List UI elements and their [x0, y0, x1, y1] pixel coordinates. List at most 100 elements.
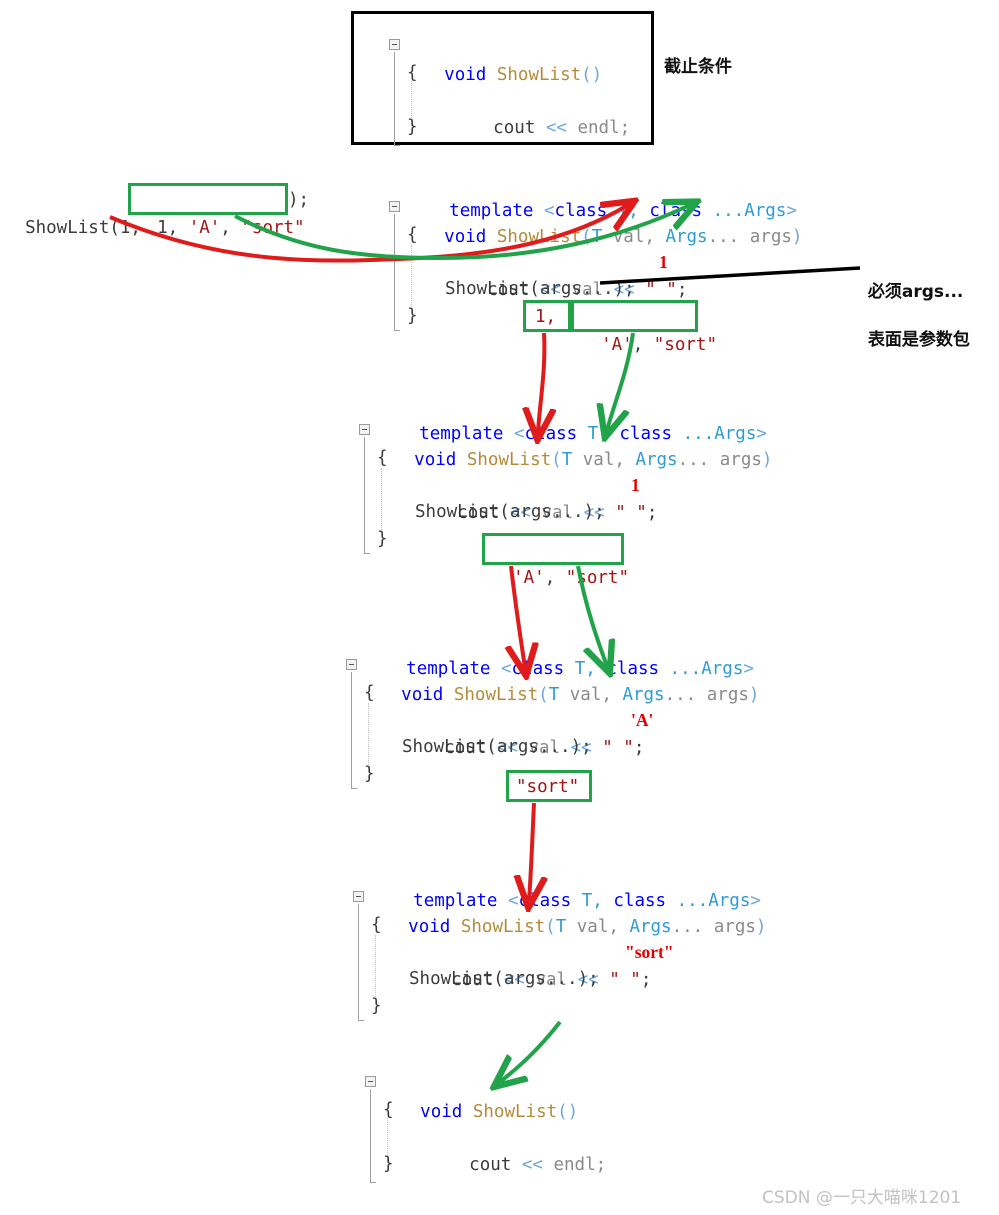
watermark-text: CSDN @一只大喵咪1201 [762, 1188, 962, 1208]
semicolon: ; [676, 280, 688, 300]
endl-token: endl; [577, 118, 631, 138]
collapse-toggle-icon[interactable] [365, 1076, 376, 1087]
paren-close: ) [755, 917, 767, 937]
recursive-call-3: ShowList(args...); [402, 737, 592, 757]
base-case-open-brace: { [407, 63, 418, 83]
param-val: val, [602, 227, 666, 247]
code-guide-line [370, 1089, 376, 1183]
paren-open: ( [545, 917, 556, 937]
space-string-literal: " " [615, 503, 647, 523]
collapse-toggle-icon[interactable] [353, 891, 364, 902]
param-type-T: T [555, 917, 567, 937]
paren-close: ) [748, 685, 760, 705]
function-name-showlist: ShowList [450, 917, 546, 937]
printed-output-marker-4: "sort" [625, 942, 674, 962]
param-args: args [749, 227, 792, 247]
param-type-T: T [548, 685, 560, 705]
pack-box-2-text: 'A', "sort" [513, 568, 629, 588]
cout-stream: cout [493, 118, 536, 138]
close-brace-4: } [371, 996, 382, 1016]
open-brace-3: { [364, 683, 375, 703]
annotation-termination-condition: 截止条件 [664, 57, 732, 77]
paren-close: ) [761, 450, 773, 470]
printed-output-marker-3: 'A' [631, 710, 654, 730]
shift-operator: << [535, 118, 578, 138]
collapse-toggle-icon[interactable] [389, 201, 400, 212]
call-site-suffix: ); [288, 190, 310, 210]
semicolon: ; [640, 970, 652, 990]
keyword-void: void [401, 685, 444, 705]
close-brace-3: } [364, 764, 375, 784]
collapse-toggle-icon[interactable] [389, 39, 400, 50]
keyword-void: void [420, 1102, 463, 1122]
semicolon: ; [633, 738, 645, 758]
space-string-literal: " " [602, 738, 634, 758]
base-case-close-brace-bottom: } [383, 1154, 394, 1174]
space-string-literal: " " [609, 970, 641, 990]
collapse-toggle-icon[interactable] [359, 424, 370, 435]
parens: () [557, 1102, 579, 1122]
function-name-showlist: ShowList [456, 450, 552, 470]
close-brace-2: } [377, 529, 388, 549]
space-string-literal: " " [645, 280, 677, 300]
recursive-call-2: ShowList(args...); [415, 502, 605, 522]
pack-box-3-text: "sort" [516, 777, 580, 797]
close-brace-1: } [407, 306, 418, 326]
annotation-must-args: 必须args... 表面是参数包 [856, 256, 970, 352]
param-type-Args: Args [622, 685, 665, 705]
open-brace-1: { [407, 225, 418, 245]
param-val: val, [572, 450, 636, 470]
param-ellipsis: ... [671, 917, 714, 937]
param-type-T: T [591, 227, 603, 247]
pack-box-first-arg-text: 1, [535, 307, 557, 327]
code-guide-line [394, 214, 400, 331]
parens: () [581, 65, 603, 85]
function-name-showlist: ShowList [486, 65, 582, 85]
keyword-void: void [414, 450, 457, 470]
param-val: val, [559, 685, 623, 705]
open-brace-4: { [371, 915, 382, 935]
param-args: args [719, 450, 762, 470]
endl-token: endl; [553, 1155, 607, 1175]
param-type-Args: Args [635, 450, 678, 470]
param-args: args [706, 685, 749, 705]
code-guide-line [358, 904, 364, 1021]
recursive-call-1: ShowList(args...); [445, 279, 635, 299]
collapse-toggle-icon[interactable] [346, 659, 357, 670]
open-brace-2: { [377, 448, 388, 468]
paren-open: ( [538, 685, 549, 705]
semicolon: ; [646, 503, 658, 523]
call-args-text: 1, 'A', "sort" [157, 218, 305, 238]
printed-output-marker-1: 1 [659, 252, 668, 272]
param-args: args [713, 917, 756, 937]
cout-stream: cout [469, 1155, 512, 1175]
code-guide-line [351, 672, 357, 789]
annotation-must-args-line1: 必须args... [867, 282, 964, 302]
keyword-void: void [444, 227, 487, 247]
function-name-showlist: ShowList [462, 1102, 558, 1122]
base-case-close-brace: } [407, 117, 418, 137]
base-case-body-bottom: cout << endl; [427, 1123, 606, 1207]
shift-operator: << [511, 1155, 554, 1175]
printed-output-marker-2: 1 [631, 475, 640, 495]
param-ellipsis: ... [677, 450, 720, 470]
annotation-must-args-line2: 表面是参数包 [867, 330, 970, 350]
base-case-open-brace-bottom: { [383, 1100, 394, 1120]
param-type-Args: Args [629, 917, 672, 937]
call-site-prefix: ShowList(1, [25, 218, 152, 238]
param-ellipsis: ... [707, 227, 750, 247]
param-type-Args: Args [665, 227, 708, 247]
param-val: val, [566, 917, 630, 937]
function-name-showlist: ShowList [486, 227, 582, 247]
pack-box-rest-args-text: 'A', "sort" [601, 335, 717, 355]
function-name-showlist: ShowList [443, 685, 539, 705]
recursive-call-4: ShowList(args...); [409, 969, 599, 989]
code-guide-line [364, 437, 370, 554]
base-case-body: cout << endl; [451, 86, 630, 170]
param-ellipsis: ... [664, 685, 707, 705]
keyword-void: void [444, 65, 487, 85]
param-type-T: T [561, 450, 573, 470]
paren-close: ) [791, 227, 803, 247]
code-guide-line [394, 52, 400, 146]
paren-open: ( [551, 450, 562, 470]
